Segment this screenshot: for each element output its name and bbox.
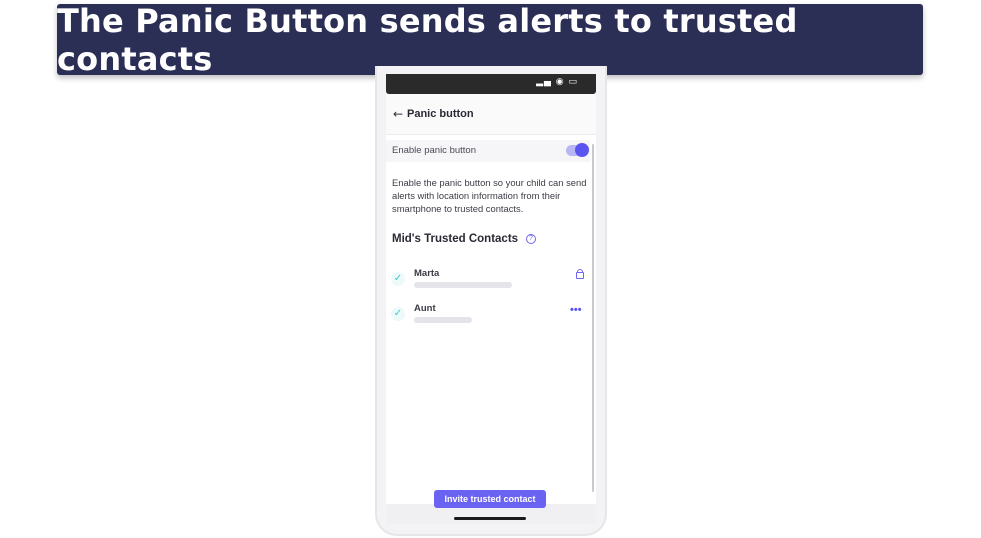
panic-description: Enable the panic button so your child ca… — [392, 177, 587, 214]
status-icons: ▂▄ ◉ ▭ — [536, 77, 578, 87]
enable-panic-row: Enable panic button — [386, 140, 590, 162]
caption-banner: The Panic Button sends alerts to trusted… — [57, 2, 923, 78]
panic-button-toggle[interactable] — [566, 143, 589, 157]
help-icon[interactable]: ? — [526, 234, 536, 244]
blurred-contact-detail — [414, 317, 472, 323]
back-arrow-icon[interactable]: ← — [393, 107, 403, 121]
scrollbar[interactable] — [592, 144, 594, 492]
home-indicator — [454, 517, 526, 520]
contact-item[interactable]: ✓ Aunt ••• — [386, 303, 590, 333]
app-screen: ← Panic button Enable panic button Enabl… — [386, 94, 596, 524]
check-icon: ✓ — [391, 272, 405, 286]
more-options-icon[interactable]: ••• — [570, 304, 582, 316]
blurred-contact-detail — [414, 282, 512, 288]
contact-name: Marta — [414, 268, 440, 279]
check-icon: ✓ — [391, 307, 405, 321]
invite-trusted-contact-button[interactable]: Invite trusted contact — [434, 490, 546, 508]
contact-name: Aunt — [414, 303, 436, 314]
toggle-knob — [575, 143, 589, 157]
toggle-label: Enable panic button — [392, 145, 476, 156]
lock-icon[interactable] — [576, 269, 584, 279]
contact-item[interactable]: ✓ Marta — [386, 268, 590, 298]
status-bar: ▂▄ ◉ ▭ — [386, 74, 596, 94]
trusted-contacts-title: Mid's Trusted Contacts — [392, 233, 519, 245]
page-title: Panic button — [407, 108, 474, 120]
screen-header: ← Panic button — [386, 94, 596, 135]
